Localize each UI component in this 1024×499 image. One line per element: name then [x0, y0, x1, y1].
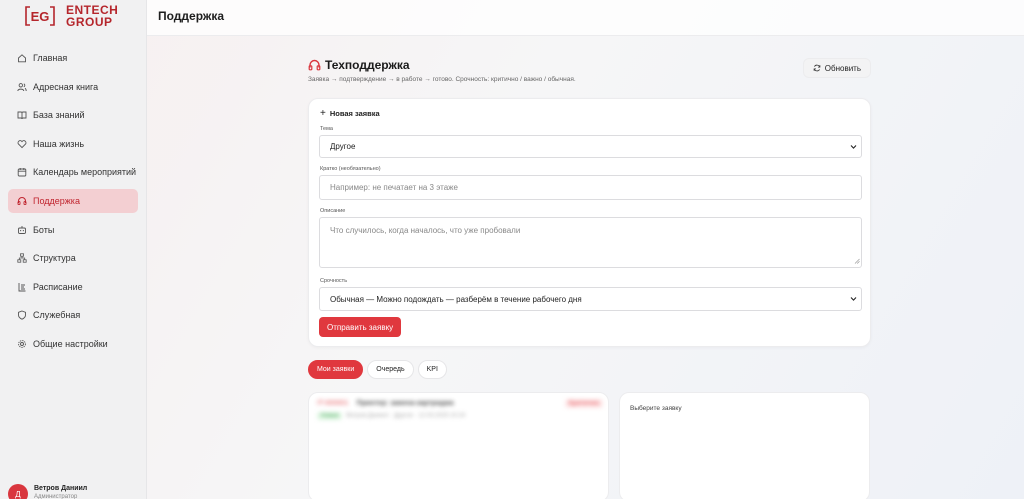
sidebar-item-label: Поддержка [33, 195, 80, 206]
topic-value: Другое [330, 142, 356, 151]
summary-label: Кратко (необязательно) [320, 166, 381, 172]
logo[interactable]: EG ENTECH GROUP [24, 4, 118, 28]
tab-queue[interactable]: Очередь [367, 360, 414, 379]
topbar: Поддержка [147, 0, 1024, 36]
page-title: Поддержка [158, 9, 225, 23]
chevron-down-icon [850, 144, 857, 149]
sidebar-item-address-book[interactable]: Адресная книга [8, 75, 138, 99]
refresh-button[interactable]: Обновить [802, 58, 871, 78]
new-ticket-card: + Новая заявка Тема Другое Кратко (необя… [308, 98, 871, 347]
new-ticket-title: + Новая заявка [320, 107, 380, 119]
sidebar-item-label: Служебная [33, 310, 81, 321]
plus-icon: + [320, 107, 326, 119]
bot-icon [17, 225, 27, 235]
main-title-row: Техподдержка [308, 58, 871, 72]
sidebar-nav: Главная Адресная книга База знаний Наша … [8, 46, 138, 361]
book-icon [17, 110, 27, 120]
user-role: Администратор [34, 494, 78, 499]
resize-handle-icon[interactable] [854, 257, 860, 266]
shield-icon [17, 310, 27, 321]
new-ticket-title-text: Новая заявка [329, 109, 380, 118]
sidebar-item-label: База знаний [33, 110, 85, 121]
gear-icon [17, 339, 27, 349]
main-subtitle: Заявка → подтверждение → в работе → гото… [308, 76, 576, 83]
detail-placeholder: Выберите заявку [630, 405, 682, 412]
heart-icon [17, 139, 27, 149]
headphones-icon [17, 196, 27, 206]
sidebar: EG ENTECH GROUP Главная Адресная книга Б… [0, 0, 147, 499]
refresh-label: Обновить [824, 63, 861, 73]
sidebar-item-home[interactable]: Главная [8, 46, 138, 70]
sidebar-item-support[interactable]: Поддержка [8, 188, 138, 213]
sidebar-item-label: Расписание [33, 281, 83, 292]
sidebar-item-settings[interactable]: Общие настройки [8, 332, 138, 356]
logo-mark: EG [24, 4, 56, 28]
topic-label: Тема [320, 126, 333, 132]
ticket-list: IT-000001 Принтер: замена картриджа Крит… [308, 392, 609, 499]
ticket-title: Принтер: замена картриджа [356, 400, 454, 407]
urgency-select[interactable]: Обычная — Можно подождать — разберём в т… [319, 287, 862, 311]
sidebar-item-label: Наша жизнь [33, 138, 85, 149]
ticket-row-main: IT-000001 Принтер: замена картриджа Крит… [317, 399, 603, 408]
list-item[interactable]: IT-000001 Принтер: замена картриджа Крит… [317, 399, 603, 420]
logo-line-2: GROUP [66, 15, 113, 29]
calendar-icon [17, 167, 27, 177]
sidebar-item-structure[interactable]: Структура [8, 246, 138, 270]
description-label: Описание [320, 208, 346, 214]
refresh-icon [813, 64, 821, 72]
sidebar-item-knowledge-base[interactable]: База знаний [8, 103, 138, 127]
description-placeholder: Что случилось, когда началось, что уже п… [330, 226, 521, 235]
urgency-label: Срочность [320, 278, 348, 284]
sidebar-item-label: Боты [33, 224, 55, 235]
tab-my-tickets[interactable]: Мои заявки [308, 360, 364, 379]
user-info: Ветров Даниил Администратор [34, 482, 87, 499]
summary-placeholder: Например: не печатает на 3 этаже [330, 183, 458, 192]
sidebar-item-label: Структура [33, 253, 76, 264]
summary-input[interactable]: Например: не печатает на 3 этаже [319, 175, 862, 200]
ticket-urgency-badge: Критично [564, 399, 603, 408]
ticket-detail: Выберите заявку [619, 392, 870, 499]
sidebar-item-label: Главная [33, 53, 68, 63]
user-profile[interactable]: Д Ветров Даниил Администратор [8, 482, 87, 499]
tab-kpi[interactable]: KPI [417, 360, 447, 379]
ticket-meta: Ветров Даниил · Другое · 12.03.2025 10:2… [346, 413, 466, 419]
sidebar-item-our-life[interactable]: Наша жизнь [8, 132, 138, 156]
ticket-id: IT-000001 [317, 400, 349, 407]
schedule-icon [17, 282, 27, 292]
sidebar-item-calendar[interactable]: Календарь мероприятий [8, 160, 138, 184]
sidebar-item-label: Общие настройки [33, 338, 108, 349]
sidebar-item-label: Адресная книга [33, 81, 99, 92]
sidebar-item-service[interactable]: Служебная [8, 303, 138, 327]
sidebar-item-bots[interactable]: Боты [8, 218, 138, 242]
structure-icon [17, 253, 27, 263]
sidebar-item-schedule[interactable]: Расписание [8, 275, 138, 299]
chevron-down-icon [850, 297, 857, 302]
description-textarea[interactable]: Что случилось, когда началось, что уже п… [319, 217, 862, 268]
main-title: Техподдержка [325, 58, 410, 72]
ticket-status-badge: Новая [317, 412, 343, 420]
logo-text: ENTECH GROUP [66, 4, 118, 28]
logo-mark-text: EG [31, 9, 50, 24]
headphones-icon [308, 59, 321, 71]
ticket-tabs: Мои заявки Очередь KPI [308, 360, 451, 379]
user-name: Ветров Даниил [34, 485, 88, 492]
users-icon [17, 82, 27, 92]
sidebar-item-label: Календарь мероприятий [33, 167, 137, 178]
urgency-value: Обычная — Можно подождать — разберём в т… [330, 294, 582, 304]
home-icon [17, 53, 27, 63]
avatar: Д [8, 484, 28, 499]
support-header: Техподдержка Заявка → подтверждение → в … [308, 58, 871, 83]
submit-ticket-button[interactable]: Отправить заявку [319, 317, 402, 337]
topic-select[interactable]: Другое [319, 135, 862, 158]
ticket-row-meta: Новая Ветров Даниил · Другое · 12.03.202… [317, 412, 603, 420]
